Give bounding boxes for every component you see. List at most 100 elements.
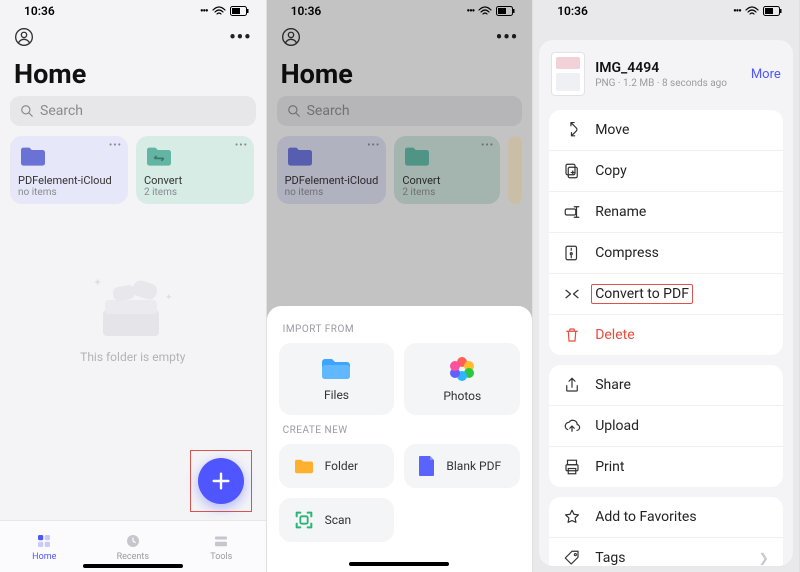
home-indicator: [83, 564, 183, 568]
action-print[interactable]: Print: [549, 447, 783, 487]
empty-state: ✦ ✦ This folder is empty: [0, 270, 266, 364]
create-blank-pdf[interactable]: Blank PDF: [404, 444, 520, 488]
svg-text:✦: ✦: [93, 276, 102, 289]
document-icon: [418, 455, 436, 477]
tab-tools[interactable]: Tools: [177, 521, 266, 572]
action-copy[interactable]: Copy: [549, 151, 783, 192]
screen-home: 10:36 ••• ••• Home Search ••• PDFelement…: [0, 0, 267, 572]
tile-label: Scan: [325, 513, 352, 527]
profile-icon[interactable]: [14, 27, 34, 47]
folder-sub: 2 items: [144, 187, 246, 198]
create-scan[interactable]: Scan: [279, 498, 395, 542]
folder-pdfelement[interactable]: ••• PDFelement-iCloud no items: [10, 136, 128, 204]
move-icon: [563, 121, 581, 139]
page-title: Home: [0, 52, 266, 96]
more-icon[interactable]: •••: [229, 27, 251, 48]
folder-icon: [320, 356, 352, 382]
copy-icon: [563, 162, 581, 180]
search-placeholder: Search: [40, 103, 83, 119]
file-thumbnail: [551, 52, 585, 96]
create-folder[interactable]: Folder: [279, 444, 395, 488]
action-move[interactable]: Move: [549, 110, 783, 151]
file-header: IMG_4494 PNG · 1.2 MB · 8 seconds ago Mo…: [539, 40, 793, 110]
action-label: Upload: [595, 418, 639, 434]
folder-row: ••• PDFelement-iCloud no items ••• Conve…: [0, 136, 266, 204]
action-group-1: Move Copy Rename Compress Convert to PDF…: [549, 110, 783, 355]
action-convert-pdf[interactable]: Convert to PDF: [549, 274, 783, 315]
plus-icon: [210, 470, 232, 492]
clock: 10:36: [557, 4, 588, 18]
tag-icon: [563, 549, 581, 566]
header-bar: •••: [0, 22, 266, 52]
status-icons: •••: [733, 6, 783, 17]
import-files[interactable]: Files: [279, 343, 395, 415]
action-label: Convert to PDF: [591, 284, 693, 304]
status-bar: 10:36 •••: [533, 0, 799, 22]
tab-home[interactable]: Home: [0, 521, 89, 572]
rename-icon: [563, 203, 581, 221]
clock: 10:36: [24, 4, 55, 18]
status-bar: 10:36 •••: [0, 0, 266, 22]
search-input[interactable]: Search: [10, 96, 256, 126]
action-label: Tags: [595, 550, 625, 566]
action-rename[interactable]: Rename: [549, 192, 783, 233]
section-label: IMPORT FROM: [283, 324, 517, 335]
folder-more-icon[interactable]: •••: [109, 140, 122, 151]
folder-icon: [293, 457, 315, 475]
action-label: Share: [595, 377, 631, 393]
folder-convert[interactable]: ••• Convert 2 items: [136, 136, 254, 204]
folder-name: PDFelement-iCloud: [18, 174, 120, 187]
clock-icon: [124, 532, 142, 550]
compress-icon: [563, 244, 581, 262]
action-group-2: Share Upload Print: [549, 365, 783, 487]
action-label: Rename: [595, 204, 646, 220]
empty-icon: ✦ ✦: [83, 270, 183, 340]
empty-text: This folder is empty: [80, 350, 185, 364]
tile-label: Files: [324, 388, 349, 402]
file-name: IMG_4494: [595, 60, 741, 76]
share-icon: [563, 376, 581, 394]
action-label: Add to Favorites: [595, 509, 696, 525]
action-label: Print: [595, 459, 624, 475]
action-label: Move: [595, 122, 629, 138]
upload-icon: [563, 417, 581, 435]
add-button[interactable]: [198, 458, 244, 504]
status-icons: •••: [200, 6, 250, 17]
action-upload[interactable]: Upload: [549, 406, 783, 447]
scan-icon: [293, 509, 315, 531]
tab-label: Tools: [210, 552, 232, 562]
screen-import-sheet: 10:36 ••• ••• Home Search ••• PDFelement…: [267, 0, 534, 572]
tools-icon: [212, 532, 230, 550]
svg-text:✦: ✦: [165, 293, 173, 303]
action-label: Copy: [595, 163, 627, 179]
print-icon: [563, 458, 581, 476]
action-share[interactable]: Share: [549, 365, 783, 406]
search-icon: [20, 104, 34, 118]
folder-icon: [18, 144, 48, 168]
folder-icon: [144, 144, 174, 168]
folder-name: Convert: [144, 174, 246, 187]
tile-label: Blank PDF: [446, 459, 501, 473]
file-meta: PNG · 1.2 MB · 8 seconds ago: [595, 78, 741, 89]
star-icon: [563, 508, 581, 526]
action-compress[interactable]: Compress: [549, 233, 783, 274]
action-favorite[interactable]: Add to Favorites: [549, 497, 783, 538]
photos-icon: [448, 355, 476, 383]
action-sheet: IMG_4494 PNG · 1.2 MB · 8 seconds ago Mo…: [539, 40, 793, 566]
convert-icon: [563, 285, 581, 303]
more-link[interactable]: More: [751, 67, 781, 82]
import-sheet: IMPORT FROM Files Photos CREATE NEW Fold…: [267, 306, 533, 572]
home-icon: [35, 532, 53, 550]
tab-label: Home: [32, 552, 56, 562]
action-label: Compress: [595, 245, 659, 261]
action-label: Delete: [595, 327, 634, 343]
tab-label: Recents: [117, 552, 149, 562]
import-photos[interactable]: Photos: [404, 343, 520, 415]
chevron-right-icon: ❯: [759, 551, 769, 565]
action-tags[interactable]: Tags ❯: [549, 538, 783, 566]
action-group-3: Add to Favorites Tags ❯: [549, 497, 783, 566]
action-delete[interactable]: Delete: [549, 315, 783, 355]
trash-icon: [563, 326, 581, 344]
folder-more-icon[interactable]: •••: [235, 140, 248, 151]
tile-label: Folder: [325, 459, 358, 473]
